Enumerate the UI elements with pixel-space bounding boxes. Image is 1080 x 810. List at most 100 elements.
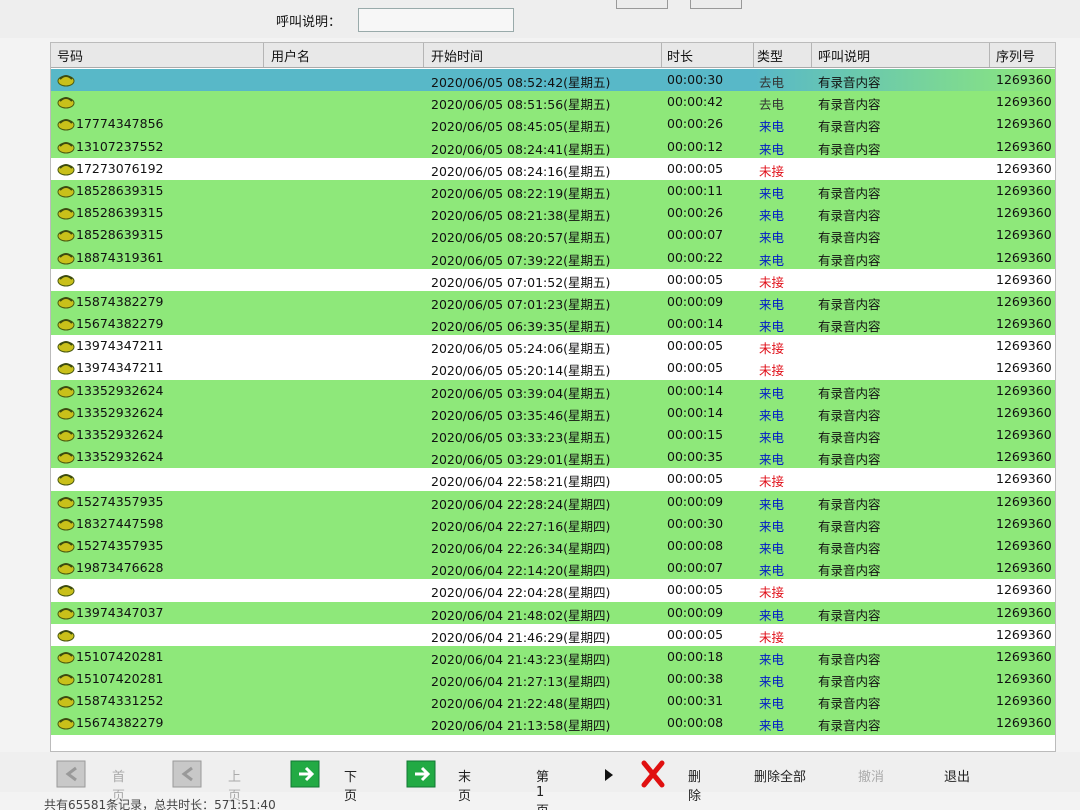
column-header-call-note[interactable]: 呼叫说明 [818,46,870,65]
cell-start-time: 2020/06/05 07:39:22(星期五) [431,252,611,268]
cell-serial: 1269360 [996,160,1052,176]
table-row[interactable]: 13974347211 2020/06/05 05:24:06(星期五) 00:… [51,335,1055,358]
column-header-username[interactable]: 用户名 [271,46,310,65]
undo-button[interactable]: 撤消 [858,766,884,785]
cell-number: 19873476628 [76,560,164,576]
cell-number: 18874319361 [76,249,164,265]
cell-type: 来电 [759,696,785,712]
cell-number: 13352932624 [76,427,164,442]
cell-number: 13974347037 [76,604,164,620]
phone-handset-icon [57,585,75,597]
cell-serial: 1269360 [996,449,1052,465]
cell-serial: 1269360 [996,116,1052,132]
phone-handset-icon [57,119,75,131]
table-row[interactable]: 18528639315 2020/06/05 08:22:19(星期五) 00:… [51,179,1055,203]
table-row[interactable]: 18528639315 2020/06/05 08:21:38(星期五) 00:… [51,202,1055,225]
table-row[interactable]: 13974347211 2020/06/05 05:20:14(星期五) 00:… [51,357,1055,380]
cell-start-time: 2020/06/04 22:04:28(星期四) [431,585,611,601]
cell-number: 13974347211 [76,338,164,354]
table-row[interactable]: 15874331252 2020/06/04 21:22:48(星期四) 00:… [51,690,1055,713]
triangle-right-icon[interactable] [604,768,614,782]
cell-duration: 00:00:11 [667,182,724,198]
cell-serial: 1269360 [996,182,1052,198]
cell-type: 未接 [759,585,785,601]
cell-number: 15107420281 [76,648,164,664]
phone-handset-icon [57,629,75,642]
exit-button[interactable]: 退出 [944,766,970,785]
table-row[interactable]: 15274357935 2020/06/04 22:28:24(星期四) 00:… [51,490,1055,513]
cell-number: 15874382279 [76,293,164,309]
cell-serial: 1269360 [996,293,1052,309]
cell-type: 来电 [759,252,785,268]
cell-start-time: 2020/06/05 03:39:04(星期五) [431,385,611,401]
phone-handset-icon [57,407,75,420]
phone-handset-icon [57,230,75,242]
table-row[interactable]: 2020/06/04 22:04:28(星期四) 00:00:05 未接 126… [51,579,1055,602]
column-header-start-time[interactable]: 开始时间 [431,46,483,65]
cell-number: 15674382279 [76,316,164,332]
phone-handset-icon [57,496,75,509]
table-row[interactable]: 15107420281 2020/06/04 21:43:23(星期四) 00:… [51,645,1055,669]
cell-serial: 1269360 [996,338,1052,354]
table-row[interactable]: 2020/06/05 08:51:56(星期五) 00:00:42 去电 有录音… [51,91,1055,114]
cell-duration: 00:00:08 [667,537,724,553]
cell-number: 17273076192 [76,160,164,176]
cell-duration: 00:00:14 [667,382,724,398]
cell-number: 18528639315 [76,205,164,221]
table-row[interactable]: 15107420281 2020/06/04 21:27:13(星期四) 00:… [51,668,1055,691]
table-row[interactable]: 13974347037 2020/06/04 21:48:02(星期四) 00:… [51,601,1055,624]
call-note-filter-input[interactable] [358,8,514,32]
next-page-label: 下页 [344,770,358,804]
table-row[interactable]: 18327447598 2020/06/04 22:27:16(星期四) 00:… [51,512,1055,535]
column-header-duration[interactable]: 时长 [667,46,693,65]
table-row[interactable]: 2020/06/04 22:58:21(星期四) 00:00:05 未接 126… [51,468,1055,491]
cell-duration: 00:00:26 [667,205,724,221]
column-header-serial[interactable]: 序列号 [996,46,1035,65]
table-row[interactable]: 2020/06/05 08:52:42(星期五) 00:00:30 去电 有录音… [51,69,1055,92]
top-button-left[interactable] [616,0,668,9]
cell-serial: 1269360 [996,138,1052,154]
cell-call-note: 有录音内容 [818,718,881,734]
column-header-number[interactable]: 号码 [57,46,83,65]
table-row[interactable]: 15674382279 2020/06/05 06:39:35(星期五) 00:… [51,313,1055,336]
call-records-table[interactable]: 号码 用户名 开始时间 时长 类型 呼叫说明 序列号 2020/06/05 08… [50,42,1056,752]
cell-type: 来电 [759,718,785,734]
cell-serial: 1269360 [996,205,1052,221]
cell-duration: 00:00:35 [667,449,724,465]
cell-serial: 1269360 [996,715,1052,731]
table-row[interactable]: 17774347856 2020/06/05 08:45:05(星期五) 00:… [51,113,1055,136]
table-row[interactable]: 15874382279 2020/06/05 07:01:23(星期五) 00:… [51,290,1055,314]
table-row[interactable]: 13352932624 2020/06/05 03:35:46(星期五) 00:… [51,401,1055,424]
table-row[interactable]: 13352932624 2020/06/05 03:39:04(星期五) 00:… [51,379,1055,402]
delete-all-button[interactable]: 删除全部 [754,766,806,785]
table-row[interactable]: 15674382279 2020/06/04 21:13:58(星期四) 00:… [51,712,1055,735]
table-row[interactable]: 2020/06/05 07:01:52(星期五) 00:00:05 未接 126… [51,268,1055,291]
phone-handset-icon [57,274,75,287]
cell-serial: 1269360 [996,648,1052,664]
phone-handset-icon [57,674,75,686]
cell-start-time: 2020/06/04 22:28:24(星期四) [431,496,611,512]
table-row[interactable]: 19873476628 2020/06/04 22:14:20(星期四) 00:… [51,557,1055,580]
cell-duration: 00:00:09 [667,604,724,620]
arrow-left-icon [56,760,86,788]
table-row[interactable]: 18874319361 2020/06/05 07:39:22(星期五) 00:… [51,246,1055,269]
phone-handset-icon [57,696,75,708]
red-x-icon [641,760,665,788]
cell-serial: 1269360 [996,537,1052,553]
top-button-right[interactable] [690,0,742,9]
cell-type: 来电 [759,319,785,335]
cell-start-time: 2020/06/05 08:22:19(星期五) [431,185,611,201]
cell-start-time: 2020/06/05 03:29:01(星期五) [431,452,611,468]
table-row[interactable]: 17273076192 2020/06/05 08:24:16(星期五) 00:… [51,157,1055,180]
table-row[interactable]: 2020/06/04 21:46:29(星期四) 00:00:05 未接 126… [51,623,1055,646]
table-row[interactable]: 13107237552 2020/06/05 08:24:41(星期五) 00:… [51,135,1055,158]
cell-serial: 1269360 [996,360,1052,376]
cell-duration: 00:00:05 [667,360,724,376]
column-header-type[interactable]: 类型 [757,46,783,65]
table-row[interactable]: 13352932624 2020/06/05 03:33:23(星期五) 00:… [51,424,1055,447]
cell-serial: 1269360 [996,382,1052,398]
table-row[interactable]: 15274357935 2020/06/04 22:26:34(星期四) 00:… [51,534,1055,558]
table-row[interactable]: 18528639315 2020/06/05 08:20:57(星期五) 00:… [51,224,1055,247]
cell-call-note: 有录音内容 [818,674,881,690]
table-row[interactable]: 13352932624 2020/06/05 03:29:01(星期五) 00:… [51,446,1055,469]
